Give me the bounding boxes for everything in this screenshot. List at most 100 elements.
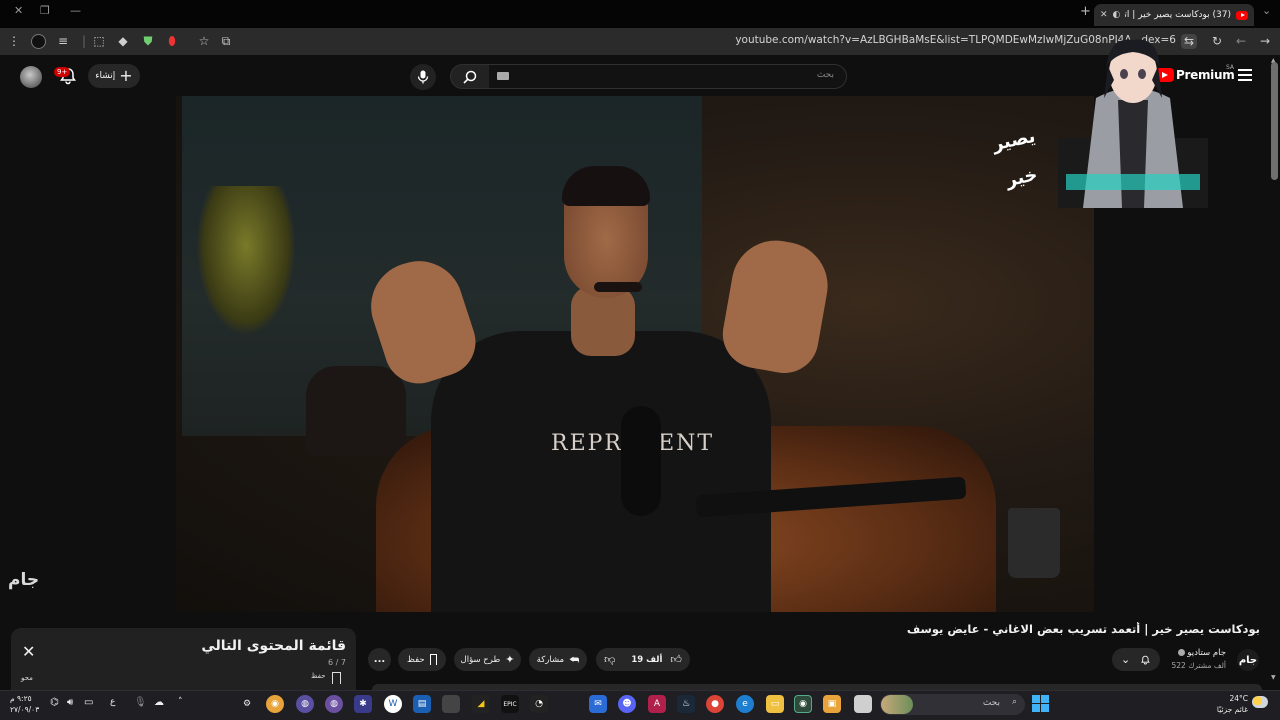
channel-name-text: جام ستاديو: [1187, 648, 1226, 658]
mail-icon[interactable]: ✉: [589, 695, 607, 713]
blue-window-app-icon[interactable]: ▤: [413, 695, 431, 713]
minimize-window-icon[interactable]: —: [70, 4, 81, 17]
like-dislike-group: 👎︎ 19 ألف 👍︎: [596, 648, 690, 671]
sparkle-icon: ✦: [505, 653, 515, 666]
tab-list-chevron-icon[interactable]: ⌄: [1262, 4, 1271, 17]
guide-menu-icon[interactable]: [1238, 69, 1252, 81]
youtube-favicon-icon: [1236, 10, 1248, 20]
screenshot-icon[interactable]: ⧉: [218, 34, 234, 49]
red-app-icon[interactable]: A: [648, 695, 666, 713]
ask-question-button[interactable]: طرح سؤال ✦: [454, 648, 521, 671]
reading-list-icon[interactable]: ≡: [55, 34, 71, 49]
account-avatar[interactable]: [20, 66, 42, 88]
toolbar-divider: |: [81, 34, 87, 48]
steam-icon[interactable]: ♨: [677, 695, 695, 713]
channel-avatar[interactable]: جام: [1237, 649, 1259, 671]
file-explorer-icon[interactable]: ▭: [766, 695, 784, 713]
scroll-down-arrow-icon[interactable]: ▼: [1271, 674, 1276, 681]
clock-time[interactable]: ٩:٢٥ م: [10, 694, 40, 703]
extension-diamond-icon[interactable]: ◆: [115, 34, 131, 49]
playlist-bookmark-icon[interactable]: [332, 672, 341, 684]
epic-games-icon[interactable]: EPIC: [501, 695, 519, 713]
dislike-button[interactable]: 👎︎: [604, 653, 615, 666]
microphone-icon: [417, 70, 429, 84]
channel-name[interactable]: جام ستاديو: [1160, 648, 1226, 658]
new-tab-button[interactable]: +: [1080, 4, 1091, 19]
network-icon[interactable]: ⌬: [50, 697, 59, 708]
xbox-games-icon[interactable]: [442, 695, 460, 713]
extension-shield-icon[interactable]: ⛊: [140, 34, 156, 49]
show-hidden-icons-chevron[interactable]: ˄: [178, 697, 183, 707]
create-button[interactable]: إنشاء +: [88, 64, 140, 88]
keyboard-icon[interactable]: [497, 72, 509, 80]
violet-app-icon[interactable]: ◍: [296, 695, 314, 713]
volume-icon[interactable]: 🔊︎: [67, 697, 73, 708]
extensions-icon[interactable]: ⬚: [91, 34, 107, 49]
studio-watermark: جام: [8, 570, 40, 590]
windows-start-icon[interactable]: [1032, 695, 1049, 712]
onedrive-cloud-icon[interactable]: ☁: [154, 697, 164, 708]
search-button[interactable]: [450, 64, 490, 89]
word-app-icon[interactable]: W: [384, 695, 402, 713]
playlist-clear-label[interactable]: محو: [21, 674, 33, 682]
active-tab[interactable]: (37) بودكاست يصير خير | أتعـ ◐ ✕: [1094, 4, 1254, 26]
edge-icon[interactable]: e: [736, 695, 754, 713]
playlist-position: 6 / 7: [328, 658, 346, 667]
more-actions-button[interactable]: ...: [368, 648, 391, 671]
plus-icon: +: [119, 66, 133, 85]
search-input[interactable]: بحث: [489, 64, 847, 89]
task-view-icon[interactable]: [854, 695, 872, 713]
gallery-app-icon[interactable]: ✱: [354, 695, 372, 713]
orange-app-icon[interactable]: ◉: [266, 695, 284, 713]
share-button[interactable]: مشاركة ⮪: [529, 648, 587, 671]
video-player[interactable]: REPRESENT: [176, 96, 1094, 612]
voice-search-button[interactable]: [410, 64, 436, 90]
microphone-tray-icon[interactable]: 🎙︎: [134, 697, 147, 708]
like-count[interactable]: 19 ألف: [631, 655, 662, 665]
back-icon[interactable]: →: [1257, 34, 1273, 49]
forward-icon[interactable]: ←: [1233, 34, 1249, 49]
extension-red-icon[interactable]: ⬮: [164, 34, 180, 49]
save-button[interactable]: حفظ: [398, 648, 446, 671]
video-chair: [306, 366, 406, 456]
audio-playing-icon[interactable]: ◐: [1113, 10, 1121, 20]
like-button[interactable]: 👍︎: [670, 653, 682, 666]
restore-window-icon[interactable]: ❐: [40, 4, 50, 17]
browser-app-icon[interactable]: ◉: [794, 695, 812, 713]
scrollbar-thumb[interactable]: [1271, 62, 1278, 180]
video-plant: [196, 186, 296, 336]
bell-icon: [1141, 655, 1150, 664]
discord-icon[interactable]: ☻: [618, 695, 636, 713]
battery-icon[interactable]: ▭: [84, 697, 93, 708]
clock-date[interactable]: ٢٧/٠٩/٠٣: [10, 705, 40, 714]
close-tab-icon[interactable]: ✕: [1100, 10, 1108, 20]
playlist-save-label[interactable]: حفظ: [311, 672, 326, 680]
browser-menu-icon[interactable]: ⋮: [6, 34, 22, 49]
profile-avatar-icon[interactable]: [31, 34, 46, 49]
weather-temperature[interactable]: 24°C: [1214, 694, 1248, 703]
pointer-app-icon[interactable]: ◔: [530, 695, 548, 713]
create-label: إنشاء: [95, 71, 116, 81]
bookmark-star-icon[interactable]: ☆: [196, 34, 212, 49]
video-microphone: [621, 406, 661, 516]
subscribed-button[interactable]: ⌄: [1112, 648, 1160, 671]
purple-app-icon[interactable]: ◍: [325, 695, 343, 713]
save-label: حفظ: [407, 654, 425, 665]
close-playlist-icon[interactable]: ✕: [22, 644, 35, 660]
search-icon: [463, 70, 477, 84]
tab-title: (37) بودكاست يصير خير | أتعـ: [1125, 10, 1231, 20]
taskbar-search[interactable]: بحث ⌕: [880, 694, 1025, 715]
microsoft-store-icon[interactable]: ▣: [823, 695, 841, 713]
input-language[interactable]: ع: [110, 697, 115, 707]
search-placeholder: بحث: [816, 70, 834, 80]
yellow-app-icon[interactable]: ◢: [472, 695, 490, 713]
reload-icon[interactable]: ↻: [1209, 34, 1225, 49]
chrome-icon[interactable]: ●: [706, 695, 724, 713]
settings-gear-icon[interactable]: ⚙: [238, 695, 256, 713]
video-speaker-shirt: [431, 331, 771, 612]
weather-icon[interactable]: [1252, 696, 1268, 708]
taskbar-search-icon: ⌕: [1011, 697, 1017, 707]
video-title: بودكاست يصير خير | أتعمد تسريب بعض الاغا…: [906, 622, 1260, 636]
close-window-icon[interactable]: ✕: [14, 4, 23, 17]
weather-description[interactable]: غائم جزئيًا: [1200, 705, 1248, 714]
